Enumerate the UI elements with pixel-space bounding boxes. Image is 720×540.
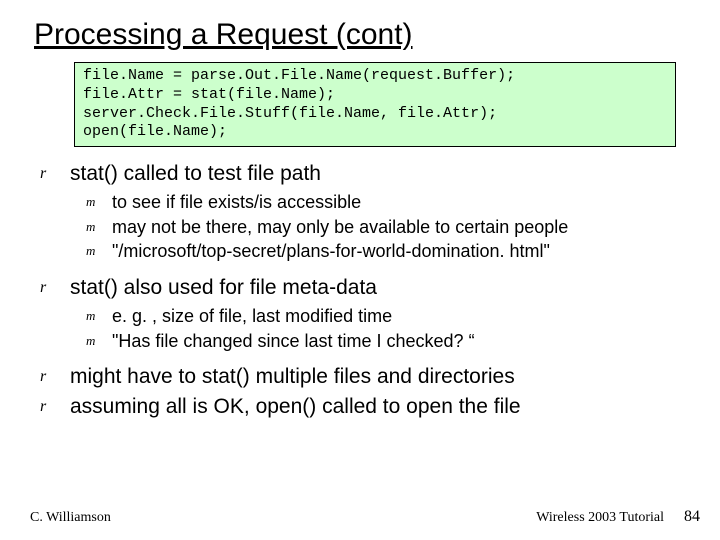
footer-venue: Wireless 2003 Tutorial [536, 510, 664, 526]
bullet-text: stat() also used for file meta-data [70, 275, 690, 301]
sub-text: may not be there, may only be available … [112, 216, 690, 239]
bullet-m-icon: m [86, 330, 112, 349]
bullet-m-icon: m [86, 216, 112, 235]
bullet-level1: r assuming all is OK, open() called to o… [40, 394, 690, 420]
bullet-m-icon: m [86, 305, 112, 324]
footer-page: 84 [684, 508, 700, 526]
bullet-level1: r might have to stat() multiple files an… [40, 364, 690, 390]
bullet-r-icon: r [40, 394, 70, 416]
bullet-r-icon: r [40, 161, 70, 183]
sub-text: to see if file exists/is accessible [112, 191, 690, 214]
bullet-r-icon: r [40, 275, 70, 297]
bullet-level1: r stat() also used for file meta-data [40, 275, 690, 301]
bullet-text: assuming all is OK, open() called to ope… [70, 394, 690, 420]
bullet-level2: m "Has file changed since last time I ch… [86, 330, 690, 353]
bullet-m-icon: m [86, 240, 112, 259]
bullet-level2: m e. g. , size of file, last modified ti… [86, 305, 690, 328]
bullet-level1: r stat() called to test file path [40, 161, 690, 187]
sub-text: e. g. , size of file, last modified time [112, 305, 690, 328]
code-box: file.Name = parse.Out.File.Name(request.… [74, 62, 676, 147]
bullet-level2: m may not be there, may only be availabl… [86, 216, 690, 239]
bullet-level2: m "/microsoft/top-secret/plans-for-world… [86, 240, 690, 263]
slide-title: Processing a Request (cont) [34, 18, 690, 52]
footer-author: C. Williamson [30, 510, 111, 526]
bullet-m-icon: m [86, 191, 112, 210]
sub-text: "Has file changed since last time I chec… [112, 330, 690, 353]
sub-text: "/microsoft/top-secret/plans-for-world-d… [112, 240, 690, 263]
bullet-text: stat() called to test file path [70, 161, 690, 187]
footer: C. Williamson Wireless 2003 Tutorial 84 [30, 508, 700, 526]
bullet-level2: m to see if file exists/is accessible [86, 191, 690, 214]
bullet-r-icon: r [40, 364, 70, 386]
bullet-text: might have to stat() multiple files and … [70, 364, 690, 390]
